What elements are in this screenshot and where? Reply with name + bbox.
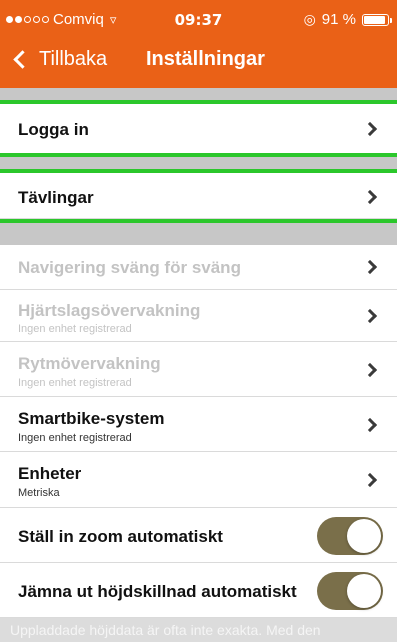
units-sub: Metriska (18, 487, 60, 499)
smartbike-sub: Ingen enhet registrerad (18, 432, 132, 444)
chevron-right-icon (362, 472, 378, 488)
heart-rate-label: Hjärtslagsövervakning (18, 301, 201, 320)
cadence-row[interactable]: Rytmövervakning Ingen enhet registrerad (0, 342, 397, 397)
turn-by-turn-row[interactable]: Navigering sväng för sväng (0, 245, 397, 290)
chevron-right-icon (362, 259, 378, 275)
chevron-right-icon (362, 362, 378, 378)
heart-rate-sub: Ingen enhet registrerad (18, 323, 132, 335)
status-right: ◎ 91 % (303, 11, 392, 28)
section-separator (0, 223, 397, 245)
back-label: Tillbaka (39, 48, 108, 70)
auto-zoom-label: Ställ in zoom automatiskt (18, 527, 223, 546)
login-row[interactable]: Logga in (0, 104, 397, 154)
units-label: Enheter (18, 464, 82, 483)
battery-percent: 91 % (321, 11, 356, 28)
chevron-right-icon (362, 417, 378, 433)
competitions-label: Tävlingar (18, 188, 94, 207)
chevron-right-icon (362, 308, 378, 324)
cadence-label: Rytmövervakning (18, 354, 161, 373)
page-title: Inställningar (146, 48, 265, 70)
login-label: Logga in (18, 120, 89, 139)
chevron-left-icon (13, 50, 32, 69)
section-separator (0, 157, 397, 169)
smartbike-row[interactable]: Smartbike-system Ingen enhet registrerad (0, 397, 397, 452)
footer-note-text: Uppladdade höjddata är ofta inte exakta.… (10, 622, 321, 638)
auto-zoom-toggle[interactable] (317, 517, 383, 555)
back-button[interactable]: Tillbaka (12, 48, 107, 71)
cadence-sub: Ingen enhet registrerad (18, 377, 132, 389)
chevron-right-icon (362, 189, 378, 205)
smartbike-label: Smartbike-system (18, 409, 165, 428)
smooth-elevation-toggle[interactable] (317, 572, 383, 610)
orientation-lock-icon: ◎ (303, 11, 316, 27)
nav-bar: Tillbaka Inställningar (0, 40, 397, 86)
battery-fill (364, 15, 385, 24)
app-header: Comviq ▿ 09:37 ◎ 91 % Tillbaka Inställni… (0, 0, 397, 88)
toggle-knob (347, 519, 381, 553)
section-separator (0, 88, 397, 100)
footer-note: Uppladdade höjddata är ofta inte exakta.… (0, 618, 397, 642)
heart-rate-row[interactable]: Hjärtslagsövervakning Ingen enhet regist… (0, 290, 397, 342)
units-row[interactable]: Enheter Metriska (0, 452, 397, 508)
smooth-elevation-row: Jämna ut höjdskillnad automatiskt (0, 563, 397, 618)
chevron-right-icon (362, 121, 378, 137)
auto-zoom-row: Ställ in zoom automatiskt (0, 508, 397, 563)
toggle-knob (347, 574, 381, 608)
status-bar: Comviq ▿ 09:37 ◎ 91 % (0, 0, 397, 40)
battery-icon (362, 13, 392, 26)
competitions-row[interactable]: Tävlingar (0, 173, 397, 219)
turn-by-turn-label: Navigering sväng för sväng (18, 258, 241, 277)
smooth-elevation-label: Jämna ut höjdskillnad automatiskt (18, 582, 297, 601)
